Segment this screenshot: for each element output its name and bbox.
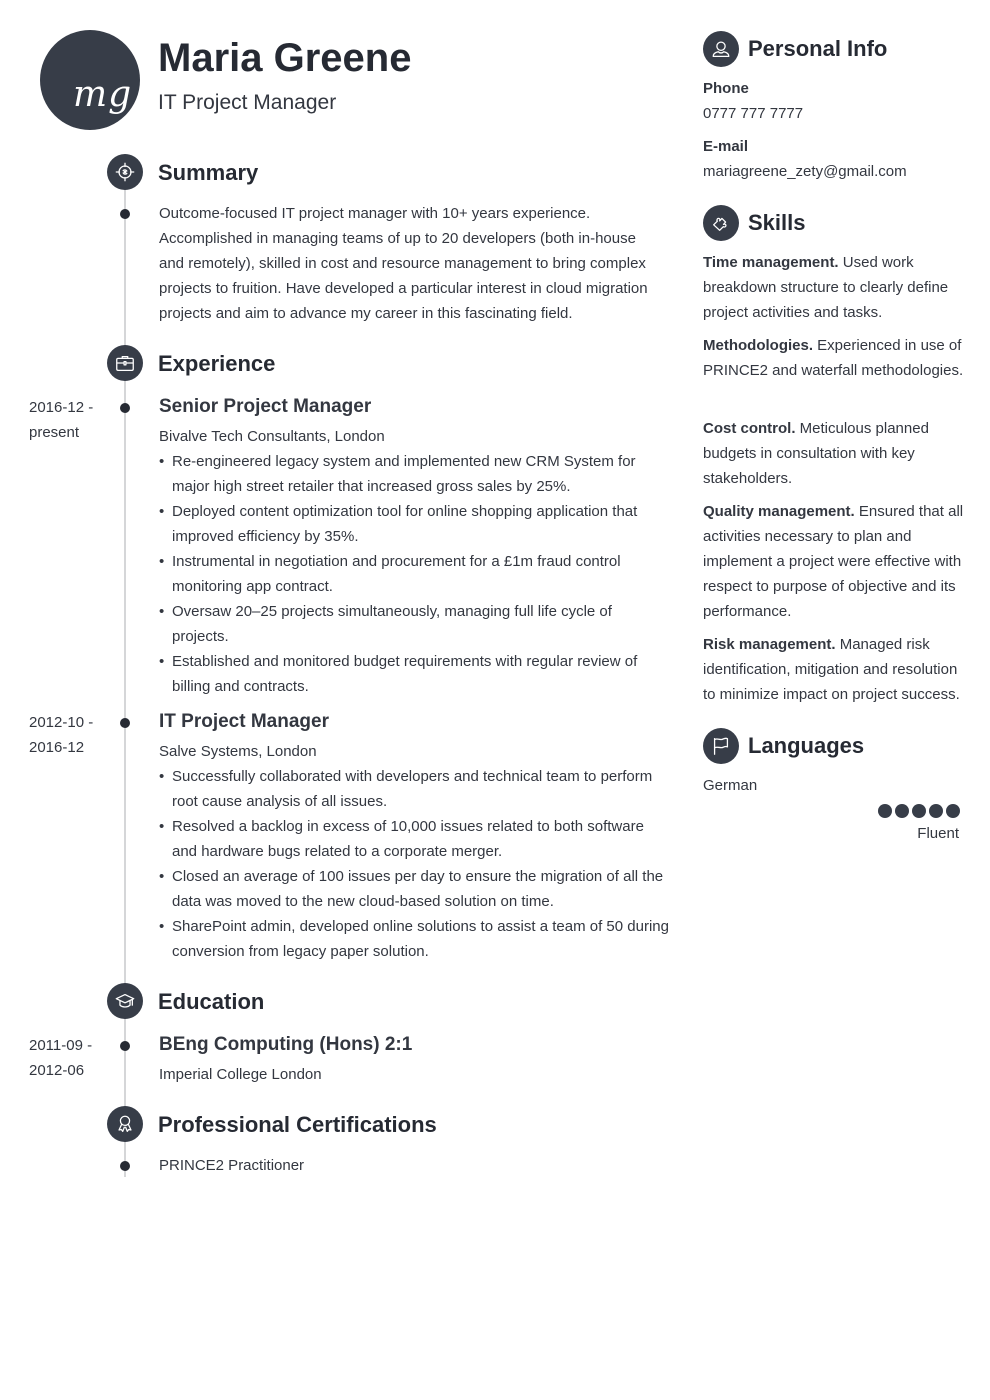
graduation-cap-icon	[107, 983, 143, 1019]
job-title: IT Project Manager	[159, 711, 329, 732]
skill-item: Methodologies. Experienced in use of PRI…	[703, 333, 965, 383]
skill-item: Cost control. Meticulous planned budgets…	[703, 416, 965, 491]
job-bullet: Successfully collaborated with developer…	[159, 764, 669, 814]
section-title-education: Education	[158, 989, 265, 1014]
job-date-start: 2016-12 -	[29, 399, 94, 416]
job-bullet: Closed an average of 100 issues per day …	[159, 864, 669, 914]
candidate-job-title: IT Project Manager	[158, 91, 337, 114]
section-title-personal-info: Personal Info	[748, 36, 888, 61]
section-title-experience: Experience	[158, 351, 276, 376]
briefcase-icon	[107, 345, 143, 381]
job-bullets: Successfully collaborated with developer…	[159, 764, 669, 964]
flag-icon	[703, 728, 739, 764]
skill-name: Quality management.	[703, 503, 855, 520]
phone-value: 0777 777 7777	[703, 105, 804, 122]
candidate-name: Maria Greene	[158, 36, 412, 80]
job-bullet: SharePoint admin, developed online solut…	[159, 914, 669, 964]
skill-name: Time management.	[703, 254, 839, 271]
user-icon	[703, 31, 739, 67]
language-name: German	[703, 777, 758, 794]
job-date-start: 2012-10 -	[29, 714, 94, 731]
job-date-end: 2016-12	[29, 739, 85, 756]
summary-text: Outcome-focused IT project manager with …	[159, 205, 648, 322]
education-date-end: 2012-06	[29, 1062, 85, 1079]
section-title-languages: Languages	[748, 733, 865, 758]
puzzle-piece-icon	[703, 205, 739, 241]
job-bullet: Resolved a backlog in excess of 10,000 i…	[159, 814, 669, 864]
email-label: E-mail	[703, 138, 749, 155]
section-title-certifications: Professional Certifications	[158, 1112, 437, 1137]
rating-dot	[929, 804, 943, 818]
timeline-dot	[120, 403, 130, 413]
certification-item: PRINCE2 Practitioner	[159, 1157, 305, 1174]
rating-dot	[912, 804, 926, 818]
job-bullet: Established and monitored budget require…	[159, 649, 669, 699]
job-bullet: Oversaw 20–25 projects simultaneously, m…	[159, 599, 669, 649]
job-date-range: 2016-12 - present	[29, 395, 93, 445]
job-bullet: Instrumental in negotiation and procurem…	[159, 549, 669, 599]
education-date-start: 2011-09 -	[29, 1037, 93, 1054]
timeline-line	[123, 172, 126, 1177]
skill-description: Ensured that all activities necessary to…	[703, 503, 964, 620]
language-rating	[878, 804, 960, 818]
monogram-initials: mg	[73, 74, 133, 115]
skill-item: Risk management. Managed risk identifica…	[703, 632, 965, 707]
rating-dot	[895, 804, 909, 818]
phone-label: Phone	[703, 80, 749, 97]
education-date-range: 2011-09 - 2012-06	[29, 1033, 92, 1083]
target-icon	[107, 154, 143, 190]
timeline-dot	[120, 1161, 130, 1171]
timeline-dot	[120, 1041, 130, 1051]
job-date-range: 2012-10 - 2016-12	[29, 710, 93, 760]
timeline-dot	[120, 209, 130, 219]
skill-name: Methodologies.	[703, 337, 813, 354]
award-ribbon-icon	[107, 1106, 143, 1142]
job-bullet: Deployed content optimization tool for o…	[159, 499, 669, 549]
timeline-dot	[120, 718, 130, 728]
skill-item: Quality management. Ensured that all act…	[703, 499, 965, 624]
skill-name: Cost control.	[703, 420, 796, 437]
job-date-end: present	[29, 424, 80, 441]
email-value[interactable]: mariagreene_zety@gmail.com	[703, 163, 907, 180]
job-bullets: Re-engineered legacy system and implemen…	[159, 449, 669, 699]
monogram-avatar: mg	[40, 30, 140, 130]
job-title: Senior Project Manager	[159, 396, 372, 417]
section-title-skills: Skills	[748, 210, 806, 235]
skill-name: Risk management.	[703, 636, 836, 653]
rating-dot	[878, 804, 892, 818]
resume-page: mg Maria Greene IT Project Manager Summa…	[0, 0, 990, 1400]
rating-dot	[946, 804, 960, 818]
education-school: Imperial College London	[159, 1066, 322, 1083]
section-title-summary: Summary	[158, 160, 259, 185]
job-company: Bivalve Tech Consultants, London	[159, 428, 385, 445]
skill-item: Time management. Used work breakdown str…	[703, 250, 965, 325]
language-level: Fluent	[917, 825, 959, 842]
education-degree: BEng Computing (Hons) 2:1	[159, 1034, 413, 1055]
job-company: Salve Systems, London	[159, 743, 317, 760]
job-bullet: Re-engineered legacy system and implemen…	[159, 449, 669, 499]
